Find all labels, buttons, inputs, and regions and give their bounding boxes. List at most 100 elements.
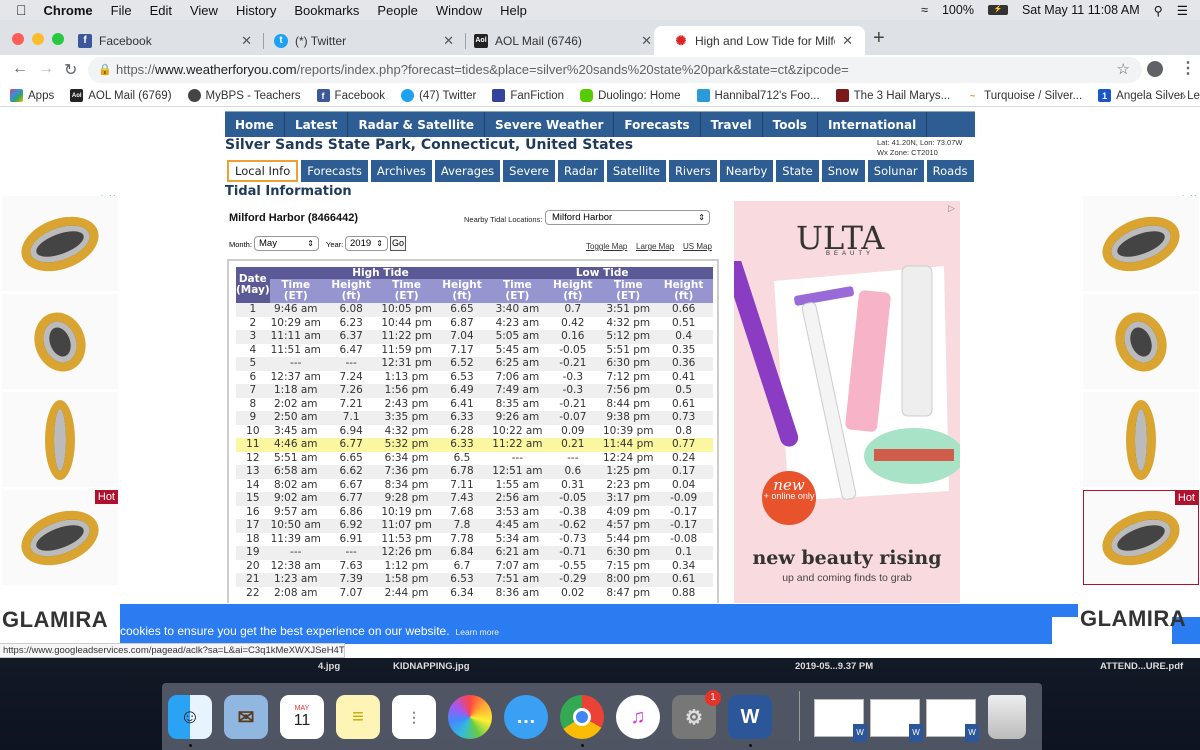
bookmark-turquoise[interactable]: ~ Turquoise / Silver... [966,89,1082,102]
menu-help[interactable]: Help [491,3,536,18]
new-tab-button[interactable]: + [873,27,885,50]
bookmark-hannibal[interactable]: Hannibal712's Foo... [696,89,820,102]
nav-travel[interactable]: Travel [701,112,763,137]
ring-image[interactable] [2,392,118,487]
minimized-document[interactable]: W [814,699,867,742]
desktop-file[interactable]: 4.jpg [318,661,340,672]
ring-image[interactable]: Hot [1083,490,1199,585]
nav-home[interactable]: Home [225,112,285,137]
adchoices-icon[interactable]: ▷ [948,203,955,214]
desktop-file[interactable]: 2019-05...9.37 PM [795,661,873,672]
go-button[interactable]: Go [390,236,406,251]
subnav-rivers[interactable]: Rivers [668,160,717,182]
subnav-nearby[interactable]: Nearby [719,160,774,182]
subnav-averages[interactable]: Averages [434,160,501,182]
address-bar[interactable]: 🔒 https://www.weatherforyou.com/reports/… [88,57,1142,83]
menu-view[interactable]: View [181,3,227,18]
window-minimize-button[interactable] [32,33,44,45]
back-icon[interactable]: ← [12,60,28,78]
close-tab-icon[interactable]: ✕ [241,33,252,49]
reload-icon[interactable]: ↻ [64,60,77,80]
lock-icon[interactable]: 🔒 [98,57,112,83]
glamira-ad-footer-left[interactable]: GLAMIRA [0,604,120,644]
subnav-roads[interactable]: Roads [926,160,974,182]
learn-more-link[interactable]: Learn more [456,627,499,637]
toggle-map-link[interactable]: Toggle Map [586,242,627,251]
profile-avatar-icon[interactable] [1147,61,1163,77]
menu-window[interactable]: Window [427,3,491,18]
tab-tide-page[interactable]: ✺ High and Low Tide for Milford H ✕ [654,26,865,55]
month-select[interactable]: May ⇕ [254,236,319,251]
reminders-icon[interactable]: ⋮ [392,695,436,739]
tab-facebook[interactable]: f Facebook ✕ [58,26,264,55]
menu-people[interactable]: People [368,3,426,18]
calendar-icon[interactable]: MAY 11 [280,695,324,739]
menu-app-name[interactable]: Chrome [35,3,102,18]
subnav-forecasts[interactable]: Forecasts [301,160,368,182]
ring-image[interactable] [2,196,118,291]
subnav-snow[interactable]: Snow [821,160,865,182]
right-side-ad[interactable]: ▷✕ Hot [1081,193,1199,603]
nav-radar-satellite[interactable]: Radar & Satellite [348,112,486,137]
desktop-file[interactable]: ATTEND...URE.pdf [1100,661,1183,672]
finder-icon[interactable]: ☺ [168,695,212,739]
itunes-icon[interactable]: ♫ [616,695,660,739]
bookmark-hail-marys[interactable]: The 3 Hail Marys... [835,89,950,102]
tab-twitter[interactable]: t (*) Twitter ✕ [254,26,466,55]
bookmark-star-icon[interactable]: ☆ [1117,57,1130,83]
subnav-local-info[interactable]: Local Info [227,160,299,182]
large-map-link[interactable]: Large Map [636,242,674,251]
clock[interactable]: Sat May 11 11:08 AM [1022,3,1140,17]
close-tab-icon[interactable]: ✕ [842,33,853,49]
close-tab-icon[interactable]: ✕ [641,33,652,49]
left-side-ad[interactable]: ▷✕ Hot [0,193,118,603]
trash-icon[interactable] [988,695,1026,739]
battery-icon[interactable]: ⚡ [987,5,1008,15]
minimized-document[interactable]: W [926,699,979,742]
nearby-locations-select[interactable]: Milford Harbor ⇕ [545,210,710,225]
us-map-link[interactable]: US Map [683,242,712,251]
ring-image[interactable]: Hot [2,490,118,585]
bookmark-facebook[interactable]: f Facebook [316,89,385,102]
menu-edit[interactable]: Edit [141,3,181,18]
window-close-button[interactable] [12,33,24,45]
more-bookmarks-icon[interactable]: » [1179,89,1186,103]
tab-aol-mail[interactable]: Aol AOL Mail (6746) ✕ [454,26,664,55]
apple-menu-icon[interactable]:  [0,2,35,18]
mail-icon[interactable]: ✉ [224,695,268,739]
nav-tools[interactable]: Tools [763,112,818,137]
messages-icon[interactable]: … [504,695,548,739]
year-select[interactable]: 2019 ⇕ [345,236,388,251]
ring-image[interactable] [2,294,118,389]
wifi-icon[interactable]: ≈ [921,3,928,17]
menu-file[interactable]: File [102,3,141,18]
bookmark-duolingo[interactable]: Duolingo: Home [580,89,681,102]
chrome-icon[interactable] [560,695,604,739]
desktop-file[interactable]: KIDNAPPING.jpg [393,661,470,672]
subnav-solunar[interactable]: Solunar [867,160,924,182]
close-tab-icon[interactable]: ✕ [443,33,454,49]
ring-image[interactable] [1083,196,1199,291]
bookmark-aol-mail[interactable]: Aol AOL Mail (6769) [70,89,172,102]
bookmark-apps[interactable]: Apps [10,89,54,102]
subnav-archives[interactable]: Archives [370,160,432,182]
minimized-document[interactable]: W [870,699,923,742]
nav-international[interactable]: International [818,112,928,137]
notification-center-icon[interactable]: ☰ [1177,3,1188,18]
nav-severe-weather[interactable]: Severe Weather [485,112,615,137]
bookmark-mybps[interactable]: MyBPS - Teachers [187,89,301,102]
spotlight-search-icon[interactable]: ⚲ [1154,3,1163,18]
subnav-radar[interactable]: Radar [557,160,604,182]
notes-icon[interactable]: ≡ [336,695,380,739]
ulta-ad[interactable]: ULTA BEAUTY new + online only new beauty… [734,201,960,603]
bookmark-twitter[interactable]: (47) Twitter [401,89,476,102]
bookmark-fanfiction[interactable]: FanFiction [492,89,564,102]
subnav-state[interactable]: State [776,160,819,182]
ring-image[interactable] [1083,392,1199,487]
subnav-severe[interactable]: Severe [503,160,555,182]
nav-latest[interactable]: Latest [285,112,349,137]
menu-history[interactable]: History [227,3,285,18]
nav-forecasts[interactable]: Forecasts [614,112,701,137]
chrome-menu-icon[interactable]: ⋮ [1180,58,1196,78]
photos-icon[interactable] [448,695,492,739]
